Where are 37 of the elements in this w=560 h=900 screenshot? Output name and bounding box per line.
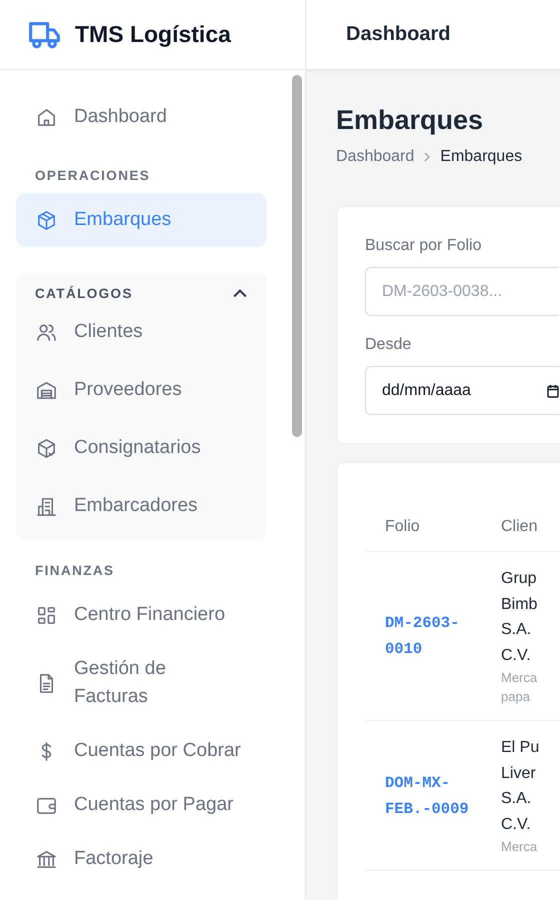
column-header: Clien bbox=[501, 518, 538, 536]
scrollbar[interactable] bbox=[292, 75, 302, 437]
sidebar-item[interactable]: Clientes bbox=[16, 303, 267, 361]
sidebar-item[interactable]: Cuentas por Cobrar bbox=[16, 724, 267, 778]
breadcrumb-link[interactable]: Dashboard bbox=[336, 148, 414, 166]
field-label: Desde bbox=[365, 336, 412, 354]
sidebar-item[interactable]: Gestión de Facturas bbox=[16, 642, 267, 724]
client-name: Grup Bimb S.A. C.V. bbox=[501, 569, 538, 666]
package-icon bbox=[35, 436, 58, 460]
section-label: OPERACIONES bbox=[34, 167, 152, 185]
sidebar-item[interactable]: Consignatarios bbox=[16, 419, 267, 477]
sidebar-item[interactable]: Centro Financiero bbox=[16, 588, 267, 642]
chevron-icon bbox=[233, 288, 247, 298]
column-header: Folio bbox=[384, 518, 421, 536]
field-label: Buscar por Folio bbox=[365, 237, 482, 255]
breadcrumb-current: Embarques bbox=[440, 148, 522, 166]
section-label: FINANZAS bbox=[34, 562, 116, 580]
sidebar-item[interactable]: Embarcadores bbox=[16, 477, 267, 535]
folio-link[interactable]: DOM-MX-FEB.-0009 bbox=[385, 770, 480, 822]
page-title: Embarques bbox=[336, 104, 484, 137]
client-detail: Merca papa bbox=[501, 669, 538, 706]
sidebar-item[interactable]: Proveedores bbox=[16, 361, 267, 419]
search-field[interactable]: DM-2603-0038... bbox=[365, 267, 559, 316]
brand-name: TMS Logística bbox=[75, 21, 231, 48]
date-field[interactable]: dd/mm/aaaa bbox=[365, 366, 559, 415]
chevron-right-icon bbox=[424, 152, 430, 162]
folio-link[interactable]: DM-2603-0010 bbox=[385, 610, 480, 662]
sidebar-item[interactable]: Dashboard bbox=[16, 90, 267, 144]
sidebar-item[interactable]: Cuentas por Pagar bbox=[16, 778, 267, 832]
header-title: Dashboard bbox=[346, 23, 450, 46]
sidebar-item[interactable]: Embarques bbox=[16, 193, 267, 247]
client-detail: Merca bbox=[501, 838, 538, 856]
box-icon bbox=[35, 208, 58, 232]
client-name: El Pu Liver S.A. C.V. bbox=[501, 738, 540, 834]
calendar-icon bbox=[547, 384, 559, 398]
sidebar-item[interactable]: Factoraje bbox=[16, 832, 267, 886]
group-header[interactable]: CATÁLOGOS bbox=[16, 279, 267, 303]
